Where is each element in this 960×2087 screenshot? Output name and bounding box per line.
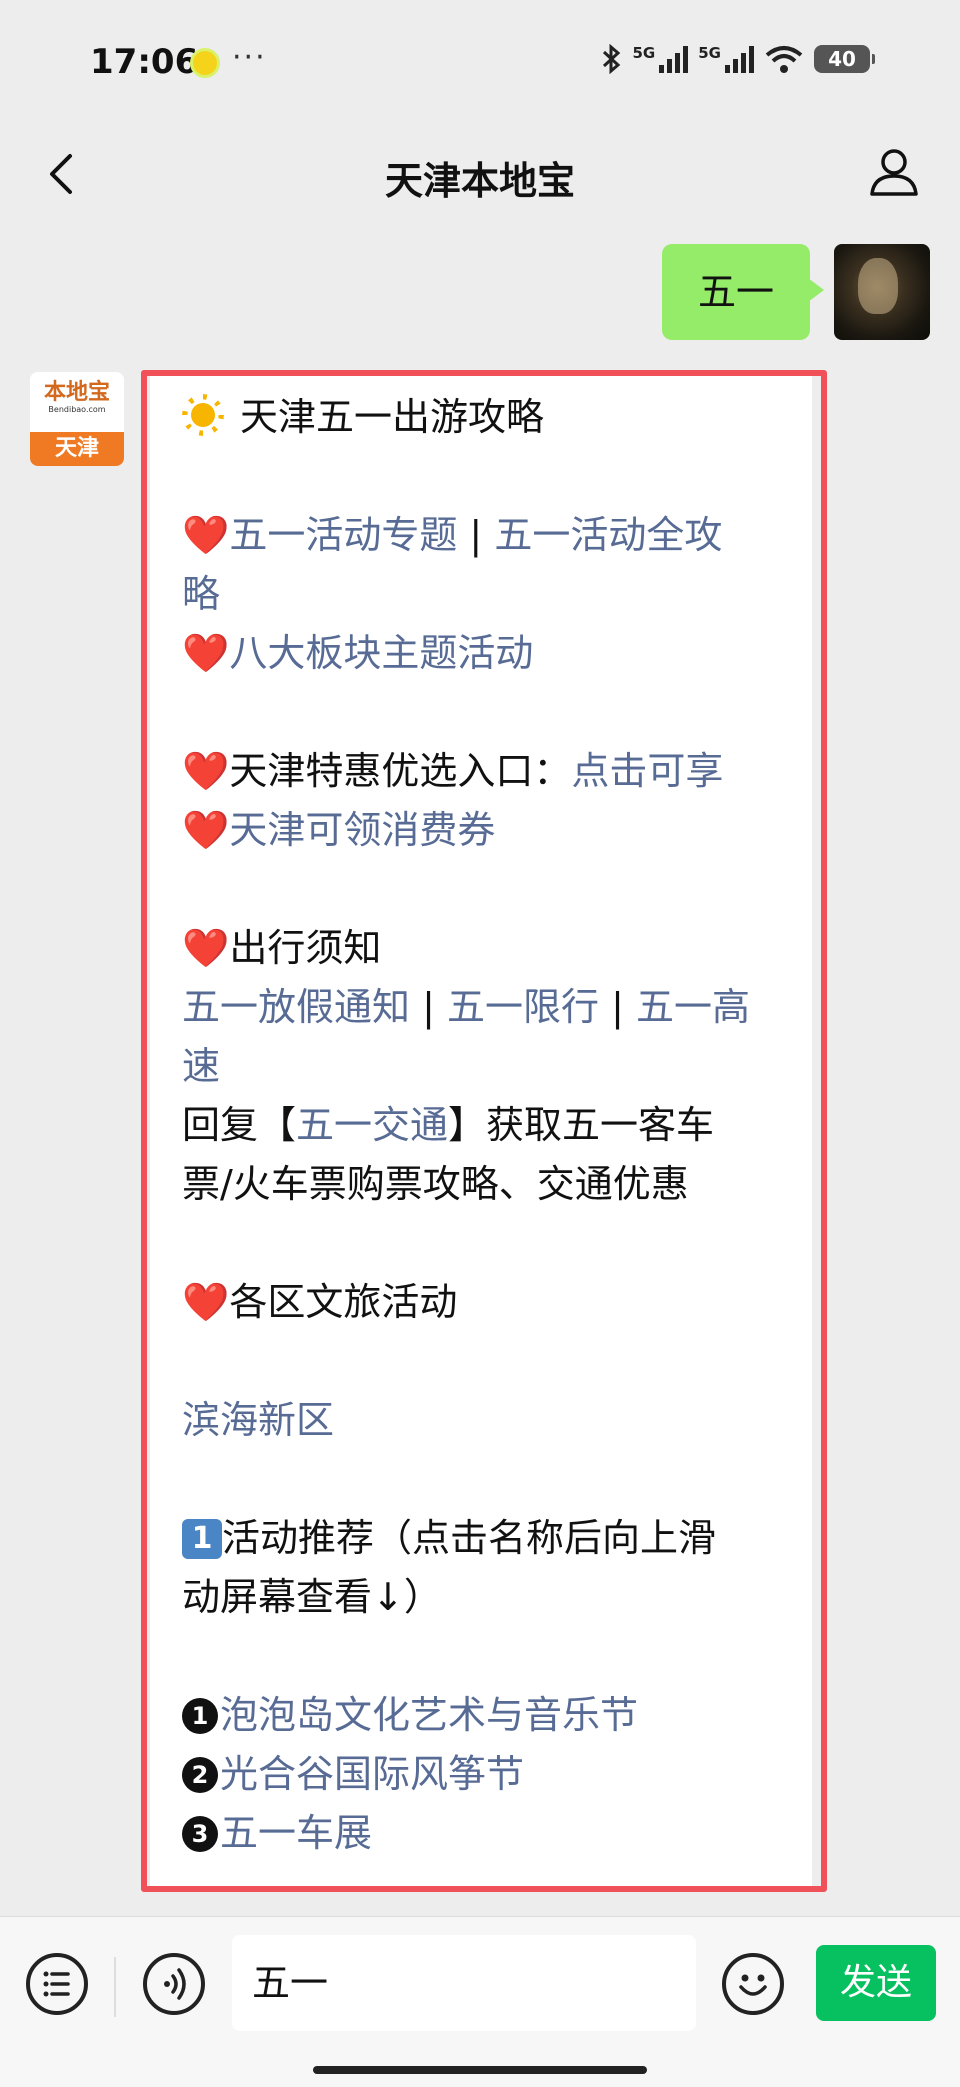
event-link-kite-festival[interactable]: 光合谷国际风筝节	[220, 1752, 524, 1796]
transport-keyword-link[interactable]: 五一交通	[296, 1103, 448, 1147]
full-guide-link[interactable]: 五一活动全攻	[494, 513, 722, 557]
bot-avatar-city: 天津	[30, 432, 124, 466]
list-item: 2 光合谷国际风筝节	[182, 1745, 802, 1804]
sun-icon	[182, 394, 224, 436]
number-circle-icon: 2	[182, 1757, 218, 1793]
heart-icon: ❤️	[182, 749, 230, 793]
highway-link[interactable]: 五一高	[636, 985, 750, 1029]
emoji-icon	[739, 1974, 767, 1996]
bot-avatar-url: Bendibao.com	[48, 405, 106, 414]
keycap-one-icon: 1	[182, 1519, 222, 1559]
reply-prefix: 回复【	[182, 1103, 297, 1147]
event-link-car-show[interactable]: 五一车展	[220, 1811, 372, 1855]
signal-1-icon	[659, 45, 689, 73]
emoji-button[interactable]	[722, 1953, 784, 2015]
discount-label: 天津特惠优选入口：	[229, 749, 572, 793]
topic-link[interactable]: 五一活动专题	[229, 513, 457, 557]
bot-avatar-logo: 本地宝	[43, 380, 110, 405]
heart-icon: ❤️	[182, 808, 230, 852]
recommend-text: 活动推荐（点击名称后向上滑	[222, 1516, 717, 1560]
heart-icon: ❤️	[182, 631, 230, 675]
bluetooth-icon	[602, 44, 620, 74]
separator: |	[457, 513, 495, 557]
heart-icon: ❤️	[182, 926, 230, 970]
holiday-notice-link[interactable]: 五一放假通知	[182, 985, 410, 1029]
coupon-link[interactable]: 天津可领消费券	[229, 808, 495, 852]
network-type-1: 5G	[632, 44, 656, 62]
user-avatar[interactable]	[834, 244, 930, 340]
profile-icon[interactable]	[866, 144, 922, 200]
district-label: 各区文旅活动	[229, 1280, 458, 1324]
home-indicator	[313, 2066, 647, 2074]
number-circle-icon: 1	[182, 1698, 218, 1734]
reply-title: 天津五一出游攻略	[240, 395, 545, 439]
input-bar: 五一 发送	[0, 1916, 960, 2087]
message-input[interactable]: 五一	[232, 1935, 696, 2031]
nav-bar: 天津本地宝	[0, 120, 960, 228]
separator: |	[410, 985, 447, 1029]
list-item: 3 五一车展	[182, 1804, 802, 1863]
binhai-district-link[interactable]: 滨海新区	[182, 1398, 334, 1442]
battery-icon: 40	[814, 45, 875, 73]
signal-2-icon	[725, 45, 754, 73]
heart-icon: ❤️	[182, 513, 230, 557]
event-link-bubble-island[interactable]: 泡泡岛文化艺术与音乐节	[220, 1693, 638, 1737]
number-circle-icon: 3	[182, 1816, 218, 1852]
traffic-limit-link[interactable]: 五一限行	[447, 985, 599, 1029]
status-time: 17:06	[90, 42, 199, 82]
voice-button[interactable]	[143, 1953, 205, 2015]
list-icon	[43, 1971, 70, 1997]
received-message-text: 天津五一出游攻略 ❤️五一活动专题 | 五一活动全攻 略 ❤️八大板块主题活动 …	[182, 388, 802, 1863]
divider	[114, 1957, 116, 2017]
list-item: 1 泡泡岛文化艺术与音乐节	[182, 1686, 802, 1745]
status-bar: 17:06 ··· 5G 5G 40	[0, 0, 960, 120]
sent-message-bubble[interactable]: 五一	[661, 244, 825, 340]
chat-title: 天津本地宝	[384, 159, 575, 203]
discount-link[interactable]: 点击可享	[571, 749, 723, 793]
heart-icon: ❤️	[182, 1280, 230, 1324]
send-button[interactable]: 发送	[816, 1945, 936, 2021]
recommend-text-wrap: 动屏幕查看↓）	[182, 1575, 442, 1619]
reply-title-line: 天津五一出游攻略	[182, 388, 802, 447]
full-guide-link-wrap[interactable]: 略	[182, 572, 220, 616]
bot-avatar[interactable]: 本地宝 Bendibao.com 天津	[30, 372, 124, 466]
menu-list-button[interactable]	[26, 1953, 88, 2015]
more-notifications-icon: ···	[232, 40, 267, 75]
network-type-2: 5G	[698, 44, 721, 62]
eight-blocks-link[interactable]: 八大板块主题活动	[229, 631, 533, 675]
status-indicators: 5G 5G 40	[601, 44, 875, 74]
travel-notice-label: 出行须知	[229, 926, 382, 970]
wifi-icon	[765, 46, 803, 73]
highway-link-wrap[interactable]: 速	[182, 1044, 220, 1088]
app-notification-icon	[190, 48, 220, 78]
separator: |	[599, 985, 636, 1029]
reply-suffix: 】获取五一客车	[448, 1103, 715, 1147]
voice-icon	[164, 1968, 186, 2000]
reply-suffix-wrap: 票/火车票购票攻略、交通优惠	[182, 1162, 689, 1206]
